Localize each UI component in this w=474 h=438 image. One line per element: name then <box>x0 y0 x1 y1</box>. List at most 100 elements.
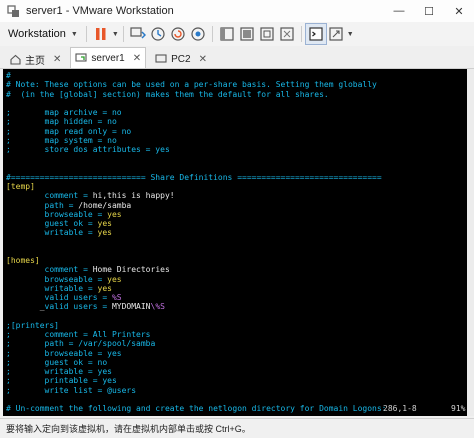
revert-snapshot-button[interactable] <box>168 24 188 44</box>
vm-console-screen[interactable]: # # Note: These options can be used on a … <box>3 69 467 416</box>
terminal-line: comment = Home Directories <box>6 265 387 274</box>
scroll-percentage: 91% <box>451 404 466 413</box>
manage-snapshots-icon <box>191 27 205 41</box>
terminal-line: _ valid users = MYDOMAIN \%S <box>6 302 387 311</box>
stretch-icon <box>329 27 343 41</box>
terminal-segment: ; map system = no <box>6 135 117 145</box>
terminal-segment: ; path = /var/spool/samba <box>6 339 156 349</box>
pause-menu-chevron-icon[interactable]: ▼ <box>112 31 119 38</box>
terminal-line: ; map system = no <box>6 136 387 145</box>
maximize-button[interactable]: ☐ <box>414 0 444 22</box>
terminal-segment: ; writable = yes <box>6 367 112 376</box>
terminal-segment <box>6 191 45 200</box>
terminal-segment: ; map read only = no <box>6 126 132 136</box>
cursor-position: 286,1-8 <box>383 404 417 413</box>
terminal-segment: yes <box>107 274 122 284</box>
terminal-segment: ; printable = yes <box>6 376 117 386</box>
terminal-line: ; guest ok = no <box>6 358 387 367</box>
terminal-segment: _ <box>6 302 45 312</box>
terminal-segment: valid users = <box>44 302 112 312</box>
terminal-line: ; write list = @users <box>6 386 387 395</box>
terminal-line: path = /home/samba <box>6 201 387 210</box>
terminal-segment: [homes] <box>6 256 40 265</box>
terminal-segment <box>6 210 45 219</box>
terminal-line <box>6 164 387 173</box>
terminal-segment: browseable = <box>44 209 108 219</box>
terminal-segment: \%S <box>150 302 165 312</box>
full-screen-button[interactable] <box>257 24 277 44</box>
terminal-segment <box>6 293 45 302</box>
close-button[interactable]: ✕ <box>444 0 474 22</box>
terminal-line: comment = hi,this is happy! <box>6 191 387 200</box>
terminal-line <box>6 99 387 108</box>
terminal-line: ;[printers] <box>6 321 387 330</box>
terminal-segment: ; map hidden = no <box>6 117 117 127</box>
terminal-line: writable = yes <box>6 228 387 237</box>
terminal-segment: ; map archive = no <box>6 108 122 117</box>
close-icon[interactable]: ✕ <box>53 54 61 65</box>
stretch-menu-chevron-icon[interactable]: ▼ <box>347 31 354 38</box>
tab-label: PC2 <box>171 53 191 65</box>
send-keys-icon <box>130 27 146 39</box>
terminal-segment <box>6 312 11 321</box>
terminal-line: # <box>6 71 387 80</box>
terminal-line: ; map read only = no <box>6 127 387 136</box>
terminal-segment: ;[printers] <box>6 320 59 330</box>
pause-button[interactable] <box>91 24 111 44</box>
stretch-guest-button[interactable] <box>326 24 346 44</box>
close-icon[interactable]: ✕ <box>133 53 141 64</box>
console-view-button[interactable] <box>304 23 327 45</box>
terminal-line: valid users = %S <box>6 293 387 302</box>
tab-pc2[interactable]: PC2 ✕ <box>150 49 212 68</box>
snapshot-button[interactable] <box>148 24 168 44</box>
terminal-text: # # Note: These options can be used on a … <box>6 71 387 413</box>
vm-icon <box>75 52 87 64</box>
terminal-line: ; browseable = yes <box>6 349 387 358</box>
terminal-line: browseable = yes <box>6 275 387 284</box>
terminal-segment: Home Directories <box>92 265 170 275</box>
revert-snapshot-icon <box>171 27 185 41</box>
terminal-line: ; path = /var/spool/samba <box>6 339 387 348</box>
terminal-line: ; store dos attributes = yes <box>6 145 387 154</box>
terminal-line: guest ok = yes <box>6 219 387 228</box>
terminal-line: browseable = yes <box>6 210 387 219</box>
workstation-menu-dropdown[interactable]: Workstation ▼ <box>8 25 82 43</box>
terminal-line <box>6 238 387 247</box>
terminal-segment: valid users = <box>44 293 112 302</box>
terminal-segment: yes <box>97 228 112 238</box>
close-icon[interactable]: ✕ <box>199 54 207 65</box>
terminal-segment: # (in the [global] section) makes them t… <box>6 89 329 99</box>
terminal-segment: guest ok = <box>44 219 98 228</box>
vim-status-line: 286,1-8 91% <box>3 404 467 414</box>
manage-snapshots-button[interactable] <box>188 24 208 44</box>
thumbnail-layout-icon <box>240 27 254 41</box>
terminal-line: ; map hidden = no <box>6 117 387 126</box>
terminal-line <box>6 154 387 163</box>
sidebar-layout-icon <box>220 27 234 41</box>
terminal-line: # Note: These options can be used on a p… <box>6 80 387 89</box>
toolbar-divider <box>85 26 87 42</box>
tab-home[interactable]: 主页 ✕ <box>4 49 66 68</box>
vm-icon <box>155 53 167 65</box>
unity-icon <box>280 27 294 41</box>
view-sidebar-button[interactable] <box>217 24 237 44</box>
toolbar-divider <box>211 26 213 42</box>
snapshot-icon <box>151 27 165 41</box>
terminal-segment <box>6 201 45 210</box>
minimize-button[interactable]: — <box>384 0 414 22</box>
console-scrollbar[interactable] <box>467 69 474 416</box>
terminal-segment: writable = <box>44 228 98 238</box>
terminal-segment <box>6 395 11 404</box>
terminal-segment <box>6 228 45 237</box>
terminal-segment <box>6 265 45 274</box>
terminal-segment <box>6 238 11 247</box>
view-thumbnail-button[interactable] <box>237 24 257 44</box>
terminal-line: [temp] <box>6 182 387 191</box>
unity-button[interactable] <box>277 24 297 44</box>
terminal-line: writable = yes <box>6 284 387 293</box>
send-ctrl-alt-del-button[interactable] <box>128 24 148 44</box>
tab-server1[interactable]: server1 ✕ <box>70 47 147 68</box>
vmware-app-icon <box>6 4 20 18</box>
window-title: server1 - VMware Workstation <box>26 5 174 17</box>
input-hint-text: 要将输入定向到该虚拟机，请在虚拟机内部单击或按 Ctrl+G。 <box>6 424 251 434</box>
